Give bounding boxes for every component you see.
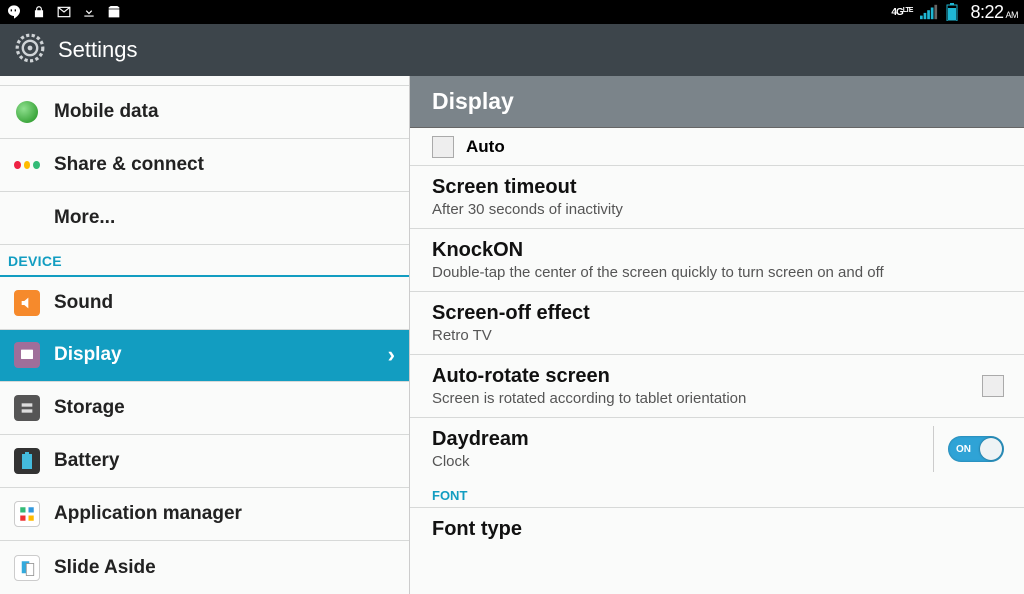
- sidebar-item-label: Application manager: [54, 503, 242, 525]
- auto-label: Auto: [466, 137, 505, 157]
- sidebar-item-display[interactable]: Display ›: [0, 330, 409, 383]
- slide-aside-icon: [14, 555, 40, 581]
- setting-subtitle: Clock: [432, 453, 1002, 470]
- chevron-right-icon: ›: [388, 342, 395, 368]
- sidebar-item-bluetooth[interactable]: Bluetooth: [0, 76, 409, 86]
- sidebar-item-label: Display: [54, 344, 122, 366]
- share-connect-icon: [14, 152, 40, 178]
- status-clock: 8:22AM: [970, 2, 1018, 23]
- setting-daydream[interactable]: Daydream Clock ON: [410, 418, 1024, 480]
- display-icon: [14, 342, 40, 368]
- setting-screen-timeout[interactable]: Screen timeout After 30 seconds of inact…: [410, 166, 1024, 229]
- auto-rotate-checkbox[interactable]: [982, 375, 1004, 397]
- content-scroll[interactable]: Auto Screen timeout After 30 seconds of …: [410, 128, 1024, 594]
- setting-title: Screen-off effect: [432, 302, 1002, 325]
- play-store-icon: [106, 4, 122, 20]
- app-header: Settings: [0, 24, 1024, 76]
- signal-icon: [920, 4, 938, 20]
- setting-knockon[interactable]: KnockON Double-tap the center of the scr…: [410, 229, 1024, 292]
- daydream-switch[interactable]: ON: [948, 436, 1004, 462]
- sidebar-item-mobile-data[interactable]: Mobile data: [0, 86, 409, 139]
- battery-icon: [946, 3, 958, 21]
- mobile-data-icon: [14, 99, 40, 125]
- sidebar-item-label: Mobile data: [54, 101, 159, 123]
- download-icon: [82, 5, 96, 19]
- sidebar-item-label: More...: [54, 207, 115, 229]
- sidebar-item-label: Slide Aside: [54, 557, 156, 579]
- setting-screen-off-effect[interactable]: Screen-off effect Retro TV: [410, 292, 1024, 355]
- hangouts-icon: [6, 4, 22, 20]
- storage-icon: [14, 395, 40, 421]
- settings-content: Display Auto Screen timeout After 30 sec…: [410, 76, 1024, 594]
- setting-title: Daydream: [432, 428, 1002, 451]
- settings-gear-icon: [14, 32, 46, 69]
- content-title: Display: [410, 76, 1024, 128]
- setting-auto-rotate[interactable]: Auto-rotate screen Screen is rotated acc…: [410, 355, 1024, 418]
- setting-subtitle: Screen is rotated according to tablet or…: [432, 390, 1002, 407]
- setting-subtitle: Retro TV: [432, 327, 1002, 344]
- bluetooth-icon: [14, 76, 40, 85]
- sidebar-item-sound[interactable]: Sound: [0, 277, 409, 330]
- setting-title: KnockON: [432, 239, 1002, 262]
- setting-subtitle: Double-tap the center of the screen quic…: [432, 264, 1002, 281]
- setting-subtitle: After 30 seconds of inactivity: [432, 201, 1002, 218]
- setting-auto-brightness[interactable]: Auto: [410, 128, 1024, 166]
- lock-icon: [32, 5, 46, 19]
- sidebar-item-label: Storage: [54, 397, 125, 419]
- gmail-icon: [56, 5, 72, 19]
- apps-icon: [14, 501, 40, 527]
- setting-title: Auto-rotate screen: [432, 365, 1002, 388]
- sidebar-item-share-connect[interactable]: Share & connect: [0, 139, 409, 192]
- section-font: FONT: [410, 480, 1024, 508]
- network-type-label: 4GLTE: [891, 7, 912, 18]
- auto-checkbox[interactable]: [432, 136, 454, 158]
- battery-icon: [14, 448, 40, 474]
- settings-sidebar[interactable]: Bluetooth Mobile data Share & connect Mo…: [0, 76, 410, 594]
- setting-title: Screen timeout: [432, 176, 1002, 199]
- sidebar-item-label: Share & connect: [54, 154, 204, 176]
- sidebar-item-label: Battery: [54, 450, 119, 472]
- setting-font-type[interactable]: Font type: [410, 508, 1024, 561]
- sidebar-item-storage[interactable]: Storage: [0, 382, 409, 435]
- sidebar-item-app-manager[interactable]: Application manager: [0, 488, 409, 541]
- switch-knob: [980, 438, 1002, 460]
- sidebar-section-device: DEVICE: [0, 245, 409, 277]
- sidebar-item-slide-aside[interactable]: Slide Aside: [0, 541, 409, 594]
- sidebar-item-label: Sound: [54, 292, 113, 314]
- setting-title: Font type: [432, 518, 1002, 541]
- status-bar: 4GLTE 8:22AM: [0, 0, 1024, 24]
- sound-icon: [14, 290, 40, 316]
- app-title: Settings: [58, 37, 138, 63]
- sidebar-item-battery[interactable]: Battery: [0, 435, 409, 488]
- sidebar-item-more[interactable]: More...: [0, 192, 409, 245]
